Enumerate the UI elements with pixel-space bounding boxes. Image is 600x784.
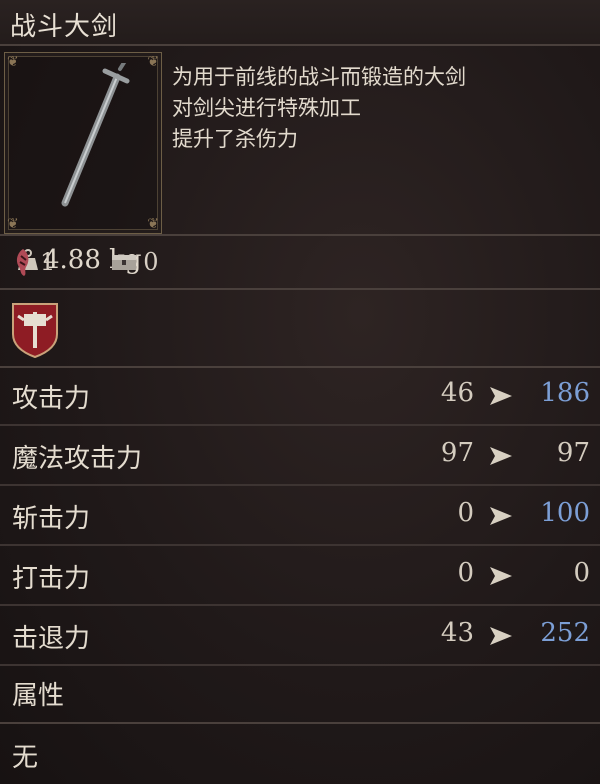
strength-requirement: 1: [12, 247, 55, 277]
description-line: 提升了杀伤力: [172, 127, 298, 151]
stat-label: 魔法攻击力: [12, 444, 143, 474]
slot-chest-icon: [112, 255, 137, 270]
frame-corner-ornament: ❦: [147, 54, 159, 70]
stat-new-value: 0: [573, 558, 590, 588]
title-bar: 战斗大剑: [0, 0, 600, 44]
greatsword-icon: [61, 63, 130, 207]
stat-row-slash: 斩击力 0 100: [0, 488, 600, 546]
stat-label: 斩击力: [12, 504, 91, 534]
stat-arrow-icon: [490, 627, 512, 645]
item-description: 为用于前线的战斗而锻造的大剑 对剑尖进行特殊加工 提升了杀伤力: [172, 62, 592, 155]
attribute-label: 属性: [12, 681, 65, 711]
requirements-row: 1 0: [12, 242, 215, 282]
frame-corner-ornament: ❦: [7, 54, 19, 70]
stat-label: 打击力: [12, 564, 91, 594]
description-line: 为用于前线的战斗而锻造的大剑: [172, 65, 466, 89]
description-line: 对剑尖进行特殊加工: [172, 96, 361, 120]
frame-corner-ornament: ❦: [7, 216, 19, 232]
stat-row-magic-attack: 魔法攻击力 97 97: [0, 428, 600, 486]
stat-base-value: 43: [440, 618, 474, 648]
stat-label: 攻击力: [12, 384, 91, 414]
stat-label: 击退力: [12, 624, 91, 654]
strength-requirement-icon: [16, 249, 29, 276]
section-divider: [0, 288, 600, 290]
stat-arrow-icon: [490, 507, 512, 525]
strength-value: 1: [40, 248, 56, 276]
stat-base-value: 97: [440, 438, 474, 468]
stat-base-value: 0: [457, 558, 474, 588]
stat-arrow-icon: [490, 387, 512, 405]
item-image-frame: ❦ ❦ ❦ ❦ 4.88 kg: [4, 52, 162, 275]
stat-new-value: 100: [540, 498, 590, 528]
section-divider: [0, 234, 600, 236]
title-divider: [0, 44, 600, 46]
slot-count: 0: [111, 248, 159, 276]
stat-row-knockback: 击退力 43 252: [0, 608, 600, 666]
slot-value: 0: [143, 248, 159, 276]
item-name: 战斗大剑: [10, 12, 119, 42]
stat-new-value: 252: [540, 618, 590, 648]
stat-base-value: 46: [440, 378, 474, 408]
stat-base-value: 0: [457, 498, 474, 528]
stat-new-value: 97: [556, 438, 590, 468]
stat-new-value: 186: [540, 378, 590, 408]
stat-arrow-icon: [490, 447, 512, 465]
attribute-value: 无: [12, 743, 39, 773]
frame-corner-ornament: ❦: [147, 216, 159, 232]
stat-arrow-icon: [490, 567, 512, 585]
class-shield-icon: [12, 303, 58, 358]
section-divider: [0, 722, 600, 724]
stat-row-attack: 攻击力 46 186: [0, 368, 600, 426]
stat-row-strike: 打击力 0 0: [0, 548, 600, 606]
